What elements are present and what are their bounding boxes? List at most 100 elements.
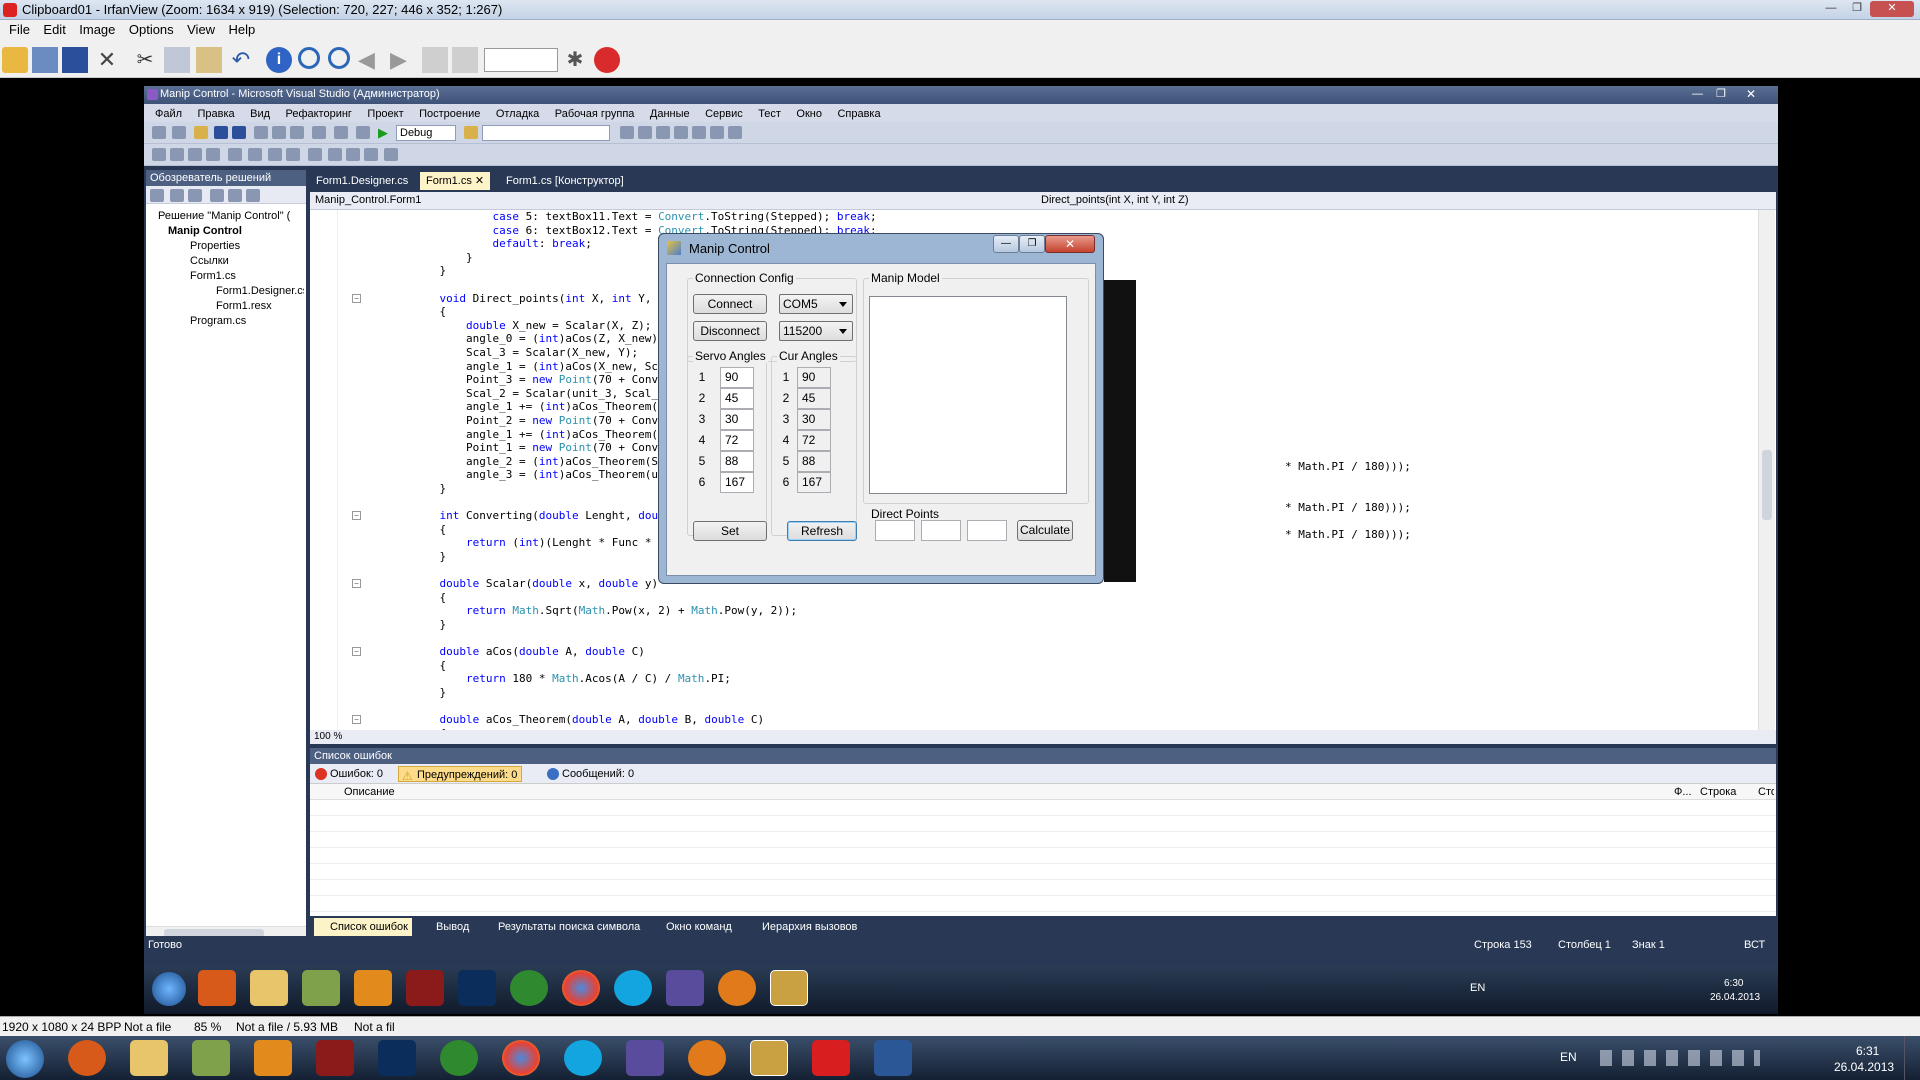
tab-output[interactable]: Вывод	[420, 918, 469, 936]
warnings-filter-button[interactable]: ⚠ Предупреждений: 0	[398, 766, 523, 783]
save-icon[interactable]	[62, 47, 88, 73]
toolbar-icon[interactable]	[286, 148, 300, 161]
delete-icon[interactable]: ✕	[94, 47, 120, 73]
app-icon[interactable]	[316, 1040, 354, 1076]
exit-icon[interactable]	[594, 47, 620, 73]
fold-toggle-icon[interactable]: −	[352, 293, 361, 303]
toolbar-icon[interactable]	[228, 148, 242, 161]
close-icon[interactable]: ✕	[1870, 1, 1914, 17]
recycle-icon[interactable]	[192, 1040, 230, 1076]
tree-item-form1-designer[interactable]: Form1.Designer.cs	[216, 285, 304, 297]
refresh-button[interactable]: Refresh	[787, 521, 857, 541]
undo-icon[interactable]	[312, 126, 326, 139]
tab-find-symbol[interactable]: Результаты поиска символа	[482, 918, 640, 936]
vs-menu-item[interactable]: Справка	[837, 105, 880, 123]
find-dropdown[interactable]	[482, 125, 610, 141]
word-icon[interactable]	[874, 1040, 912, 1076]
vs-menu-item[interactable]: Тест	[758, 105, 781, 123]
skype-icon[interactable]	[564, 1040, 602, 1076]
dialog-maximize-icon[interactable]: ❐	[1019, 235, 1045, 253]
vs-menu-item[interactable]: Сервис	[705, 105, 743, 123]
messages-filter-button[interactable]: Сообщений: 0	[544, 766, 638, 782]
direct-y-input[interactable]	[921, 520, 961, 541]
refresh-icon[interactable]	[188, 189, 202, 202]
next-icon[interactable]: ▶	[390, 47, 416, 73]
photoshop-icon[interactable]	[378, 1040, 416, 1076]
paste-icon[interactable]	[290, 126, 304, 139]
toolbar-icon[interactable]	[346, 148, 360, 161]
app-icon[interactable]	[254, 1040, 292, 1076]
vs-menu-item[interactable]: Рефакторинг	[285, 105, 351, 123]
vs-menu-item[interactable]: Правка	[198, 105, 235, 123]
vs-maximize-icon[interactable]: ❐	[1716, 87, 1726, 100]
manip-model-canvas[interactable]	[869, 296, 1067, 494]
tree-item-solution[interactable]: Решение "Manip Control" (	[158, 210, 290, 222]
tool-icon[interactable]	[692, 126, 706, 139]
cut-icon[interactable]	[254, 126, 268, 139]
vs-menu-item[interactable]: Вид	[250, 105, 270, 123]
start-button[interactable]	[6, 1040, 44, 1078]
toolbar-icon[interactable]	[268, 148, 282, 161]
vs-menu-item[interactable]: Файл	[155, 105, 182, 123]
scroll-thumb[interactable]	[1762, 450, 1772, 520]
tool-icon[interactable]	[728, 126, 742, 139]
tab-form1-cs[interactable]: Form1.cs ✕	[420, 172, 491, 190]
add-item-icon[interactable]	[172, 126, 186, 139]
vs-minimize-icon[interactable]: —	[1692, 88, 1703, 100]
menu-options[interactable]: Options	[129, 20, 174, 40]
toolbar-icon[interactable]	[328, 148, 342, 161]
vs-close-icon[interactable]: ✕	[1746, 87, 1756, 101]
properties-icon[interactable]	[150, 189, 164, 202]
servo-angle-input[interactable]: 167	[720, 472, 754, 493]
direct-z-input[interactable]	[967, 520, 1007, 541]
first-icon[interactable]	[422, 47, 448, 73]
direct-x-input[interactable]	[875, 520, 915, 541]
member-dropdown[interactable]: Direct_points(int X, int Y, int Z)	[1038, 193, 1774, 209]
redo-icon[interactable]	[334, 126, 348, 139]
show-desktop-button[interactable]	[1904, 1036, 1920, 1080]
tree-item-references[interactable]: Ссылки	[190, 255, 229, 267]
fold-toggle-icon[interactable]: −	[352, 579, 361, 589]
menu-edit[interactable]: Edit	[43, 20, 65, 40]
set-button[interactable]: Set	[693, 521, 767, 541]
servo-angle-input[interactable]: 72	[720, 430, 754, 451]
chrome-icon[interactable]	[502, 1040, 540, 1076]
open-folder-icon[interactable]	[2, 47, 28, 73]
maximize-icon[interactable]: ❐	[1844, 1, 1870, 17]
fold-toggle-icon[interactable]: −	[352, 511, 361, 521]
errors-filter-button[interactable]: Ошибок: 0	[312, 766, 387, 782]
app-icon[interactable]	[750, 1040, 788, 1076]
dialog-close-icon[interactable]: ✕	[1045, 235, 1095, 253]
taskbar-lang[interactable]: EN	[1560, 1050, 1577, 1064]
tab-form1-designer-view[interactable]: Form1.cs [Конструктор]	[500, 172, 630, 190]
tree-item-form1[interactable]: Form1.cs	[190, 270, 236, 282]
tool-icon[interactable]	[674, 126, 688, 139]
vs-menu-item[interactable]: Проект	[367, 105, 403, 123]
taskbar-time[interactable]: 6:31	[1856, 1044, 1879, 1058]
column-file[interactable]: Ф...	[1674, 784, 1692, 800]
tree-item-properties[interactable]: Properties	[190, 240, 240, 252]
vs-menu-item[interactable]: Рабочая группа	[555, 105, 635, 123]
previous-icon[interactable]: ◀	[358, 47, 384, 73]
toolbar-icon[interactable]	[188, 148, 202, 161]
toolbar-icon[interactable]	[364, 148, 378, 161]
tab-command-window[interactable]: Окно команд	[650, 918, 732, 936]
slideshow-icon[interactable]	[32, 47, 58, 73]
calculate-button[interactable]: Calculate	[1017, 520, 1073, 541]
zoom-out-icon[interactable]	[328, 47, 350, 69]
explorer-icon[interactable]	[130, 1040, 168, 1076]
column-line[interactable]: Строка	[1700, 784, 1736, 800]
firefox-icon[interactable]	[68, 1040, 106, 1076]
disconnect-button[interactable]: Disconnect	[693, 321, 767, 341]
servo-angle-input[interactable]: 88	[720, 451, 754, 472]
toolbar-icon[interactable]	[152, 148, 166, 161]
minimize-icon[interactable]: —	[1818, 1, 1844, 17]
config-dropdown[interactable]: Debug	[396, 125, 456, 141]
servo-angle-input[interactable]: 90	[720, 367, 754, 388]
copy-icon[interactable]	[272, 126, 286, 139]
show-all-icon[interactable]	[170, 189, 184, 202]
find-icon[interactable]	[464, 126, 478, 139]
save-icon[interactable]	[214, 126, 228, 139]
start-debug-icon[interactable]: ▶	[378, 125, 388, 141]
utorrent-icon[interactable]	[440, 1040, 478, 1076]
